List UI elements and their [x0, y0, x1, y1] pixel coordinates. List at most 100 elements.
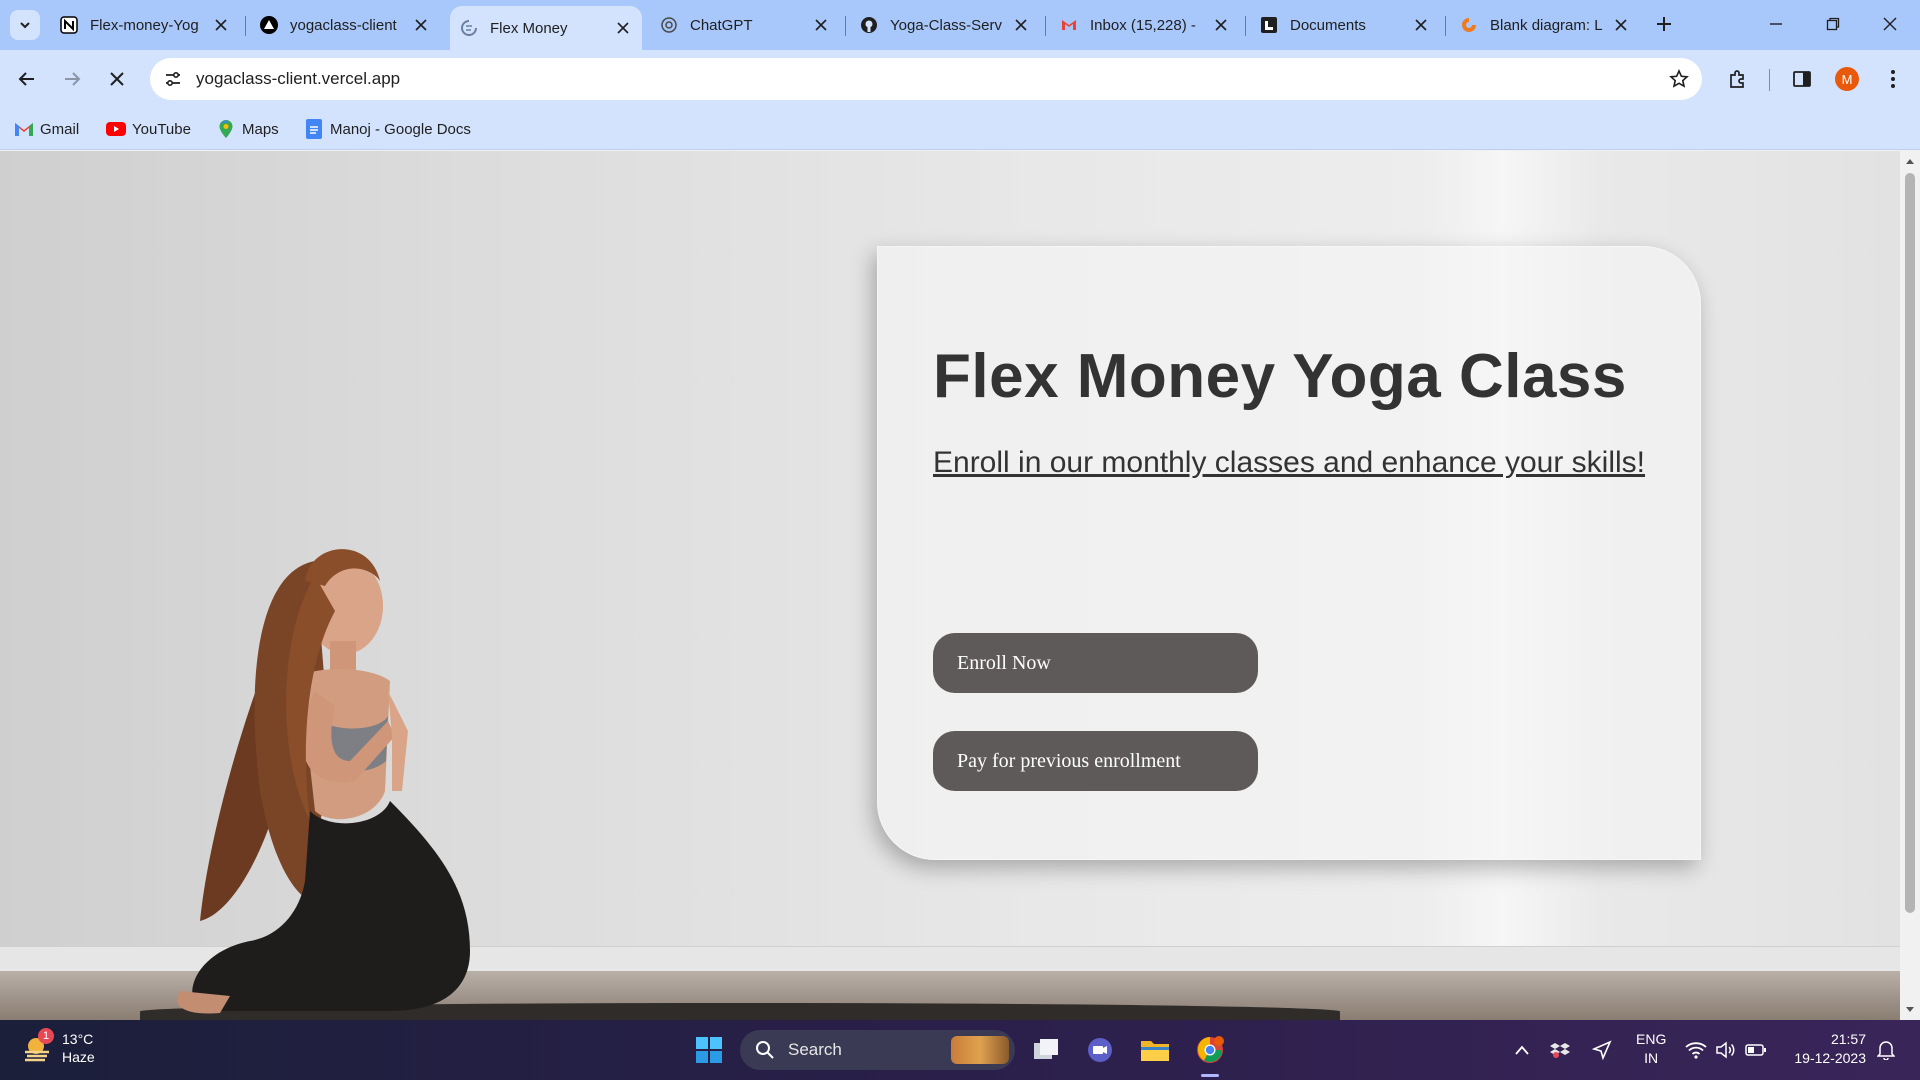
chevron-up-icon: [1515, 1045, 1529, 1055]
speaker-icon: [1716, 1041, 1735, 1059]
battery-button[interactable]: [1744, 1038, 1768, 1062]
battery-icon: [1745, 1044, 1766, 1056]
show-hidden-icons-button[interactable]: [1510, 1038, 1534, 1062]
tab-blank-diagram[interactable]: Blank diagram: L: [1450, 8, 1640, 42]
browser-menu-button[interactable]: [1878, 64, 1908, 94]
arrow-left-icon: [18, 72, 34, 86]
tab-flex-money[interactable]: Flex Money: [450, 6, 642, 50]
tab-flex-money-yog[interactable]: Flex-money-Yog: [50, 8, 240, 42]
page-title: Flex Money Yoga Class: [933, 342, 1627, 411]
close-window-button[interactable]: [1878, 12, 1902, 36]
tab-inbox[interactable]: Inbox (15,228) -: [1050, 8, 1240, 42]
new-tab-button[interactable]: [1652, 12, 1676, 36]
tab-yoga-class-serv[interactable]: Yoga-Class-Serv: [850, 8, 1040, 42]
chrome-taskbar-button[interactable]: [1192, 1032, 1228, 1068]
tab-search-button[interactable]: [10, 10, 40, 40]
tab-title: Yoga-Class-Serv: [890, 16, 1002, 34]
bookmark-label: Gmail: [40, 120, 80, 138]
page-scrollbar[interactable]: [1900, 151, 1920, 1020]
close-icon[interactable]: [1412, 16, 1430, 34]
site-settings-icon[interactable]: [162, 68, 184, 90]
windows-start-button[interactable]: [691, 1032, 727, 1068]
extensions-button[interactable]: [1722, 64, 1752, 94]
loading-icon: [460, 19, 478, 37]
scroll-up-arrow-icon[interactable]: [1900, 153, 1920, 169]
close-icon[interactable]: [1212, 16, 1230, 34]
tab-separator: [1245, 16, 1246, 36]
tab-chatgpt[interactable]: ChatGPT: [650, 8, 840, 42]
minimize-button[interactable]: [1764, 12, 1788, 36]
side-panel-button[interactable]: [1787, 64, 1817, 94]
scroll-down-arrow-icon[interactable]: [1900, 1002, 1920, 1018]
active-app-indicator: [1201, 1074, 1219, 1077]
kebab-menu-icon: [1891, 70, 1895, 88]
tab-title: Documents: [1290, 16, 1366, 34]
region-code: IN: [1644, 1050, 1659, 1066]
plus-icon: [1657, 17, 1671, 31]
restore-button[interactable]: [1821, 12, 1845, 36]
dropbox-tray-button[interactable]: [1548, 1038, 1572, 1062]
maps-icon: [216, 119, 236, 139]
wifi-icon: [1685, 1042, 1707, 1059]
location-tray-button[interactable]: [1590, 1038, 1614, 1062]
system-clock[interactable]: 21:57 19-12-2023: [1786, 1030, 1866, 1068]
close-icon: [110, 72, 124, 86]
task-view-icon: [1034, 1039, 1058, 1059]
folder-icon: [1141, 1041, 1169, 1061]
bookmark-youtube[interactable]: YouTube: [106, 117, 191, 141]
taskbar-search[interactable]: Search: [740, 1030, 1015, 1070]
bookmark-maps[interactable]: Maps: [216, 117, 279, 141]
side-panel-icon: [1793, 71, 1811, 87]
page-subtitle: Enroll in our monthly classes and enhanc…: [933, 446, 1646, 479]
puzzle-icon: [1730, 70, 1744, 88]
bookmark-gmail[interactable]: Gmail: [14, 117, 79, 141]
enroll-now-button[interactable]: Enroll Now: [933, 633, 1258, 693]
close-icon[interactable]: [1612, 16, 1630, 34]
wifi-button[interactable]: [1684, 1038, 1708, 1062]
location-arrow-icon: [1592, 1040, 1612, 1060]
back-button[interactable]: [12, 64, 42, 94]
tab-separator: [1045, 16, 1046, 36]
close-icon[interactable]: [212, 16, 230, 34]
bookmark-star-icon[interactable]: [1668, 68, 1690, 90]
close-icon[interactable]: [812, 16, 830, 34]
weather-temperature: 13°C: [62, 1031, 94, 1047]
video-call-icon: [1088, 1038, 1112, 1062]
lucidchart-icon: [1460, 16, 1478, 34]
forward-button[interactable]: [57, 64, 87, 94]
profile-avatar[interactable]: M: [1835, 67, 1859, 91]
documents-icon: [1260, 16, 1278, 34]
chrome-icon: [1197, 1036, 1224, 1063]
windows-logo-icon: [696, 1037, 722, 1063]
tab-yogaclass-client[interactable]: yogaclass-client: [250, 8, 440, 42]
dropbox-icon: [1550, 1043, 1570, 1058]
weather-widget[interactable]: 1 13°C Haze: [22, 1028, 95, 1066]
file-explorer-button[interactable]: [1137, 1032, 1173, 1068]
teams-meet-button[interactable]: [1082, 1032, 1118, 1068]
weather-description: Haze: [62, 1049, 95, 1065]
address-bar[interactable]: yogaclass-client.vercel.app: [150, 58, 1702, 100]
tab-title: ChatGPT: [690, 16, 753, 34]
url-text[interactable]: yogaclass-client.vercel.app: [196, 69, 400, 89]
volume-button[interactable]: [1714, 1038, 1738, 1062]
task-view-button[interactable]: [1028, 1032, 1064, 1068]
language-indicator[interactable]: ENG IN: [1636, 1030, 1666, 1068]
tab-separator: [1445, 16, 1446, 36]
stop-loading-button[interactable]: [102, 64, 132, 94]
close-icon[interactable]: [614, 19, 632, 37]
browser-toolbar: yogaclass-client.vercel.app M: [0, 50, 1920, 108]
notifications-button[interactable]: [1874, 1038, 1898, 1062]
close-icon[interactable]: [1012, 16, 1030, 34]
pay-previous-enrollment-button[interactable]: Pay for previous enrollment: [933, 731, 1258, 791]
tab-documents[interactable]: Documents: [1250, 8, 1440, 42]
chevron-down-icon: [20, 22, 30, 29]
language-code: ENG: [1636, 1031, 1667, 1047]
bookmark-google-docs[interactable]: Manoj - Google Docs: [304, 117, 471, 141]
tab-title: Blank diagram: L: [1490, 16, 1603, 34]
tab-title: Inbox (15,228) -: [1090, 16, 1196, 34]
close-icon[interactable]: [412, 16, 430, 34]
bookmark-label: Maps: [242, 120, 279, 138]
bookmarks-bar: Gmail YouTube Maps Manoj - Google Docs: [0, 108, 1920, 150]
chatgpt-icon: [660, 16, 678, 34]
scrollbar-thumb[interactable]: [1905, 173, 1915, 913]
